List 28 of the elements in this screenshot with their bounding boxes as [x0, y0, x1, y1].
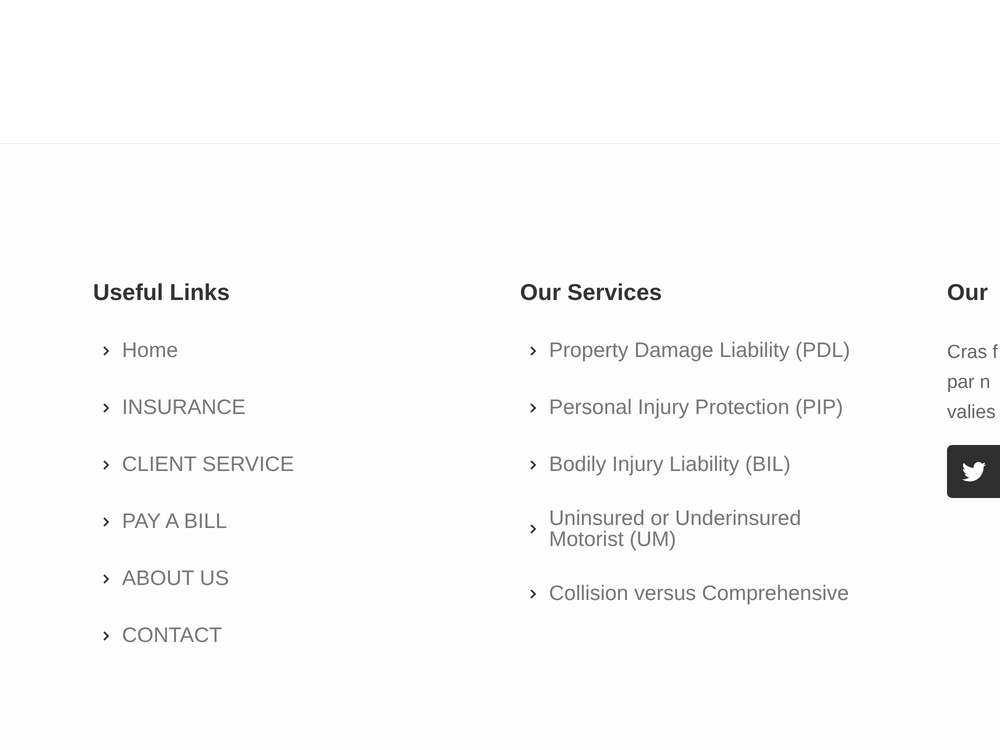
column-heading: Our [947, 278, 988, 307]
chevron-icon [103, 402, 109, 412]
chevron-icon [530, 524, 536, 534]
about-text: Cras f par n valies [947, 341, 998, 425]
footer-link[interactable]: Bodily Injury Liability (BIL) [530, 436, 791, 493]
footer-link[interactable]: Collision versus Comprehensive [530, 565, 849, 622]
footer-link[interactable]: Uninsured or Underinsured Motorist (UM) [530, 493, 860, 565]
footer-link[interactable]: Personal Injury Protection (PIP) [530, 379, 844, 436]
column-heading: Useful Links [93, 278, 230, 307]
footer-link[interactable]: Home [103, 322, 178, 379]
chevron-icon [530, 402, 536, 412]
footer-link[interactable]: ABOUT US [103, 550, 229, 607]
chevron-icon [103, 574, 109, 584]
footer-link[interactable]: Property Damage Liability (PDL) [530, 322, 850, 379]
footer-link[interactable]: CLIENT SERVICE [103, 436, 294, 493]
footer-link[interactable]: INSURANCE [103, 379, 246, 436]
chevron-icon [103, 460, 109, 470]
social-button[interactable] [947, 445, 1000, 498]
chevron-icon [103, 630, 109, 640]
chevron-icon [530, 346, 536, 356]
chevron-icon [530, 588, 536, 598]
bird-icon [962, 462, 986, 482]
footer-link[interactable]: PAY A BILL [103, 493, 228, 550]
chevron-icon [103, 516, 109, 526]
column-heading: Our Services [520, 278, 662, 307]
chevron-icon [103, 346, 109, 356]
footer-link[interactable]: CONTACT [103, 607, 222, 664]
chevron-icon [530, 460, 536, 470]
